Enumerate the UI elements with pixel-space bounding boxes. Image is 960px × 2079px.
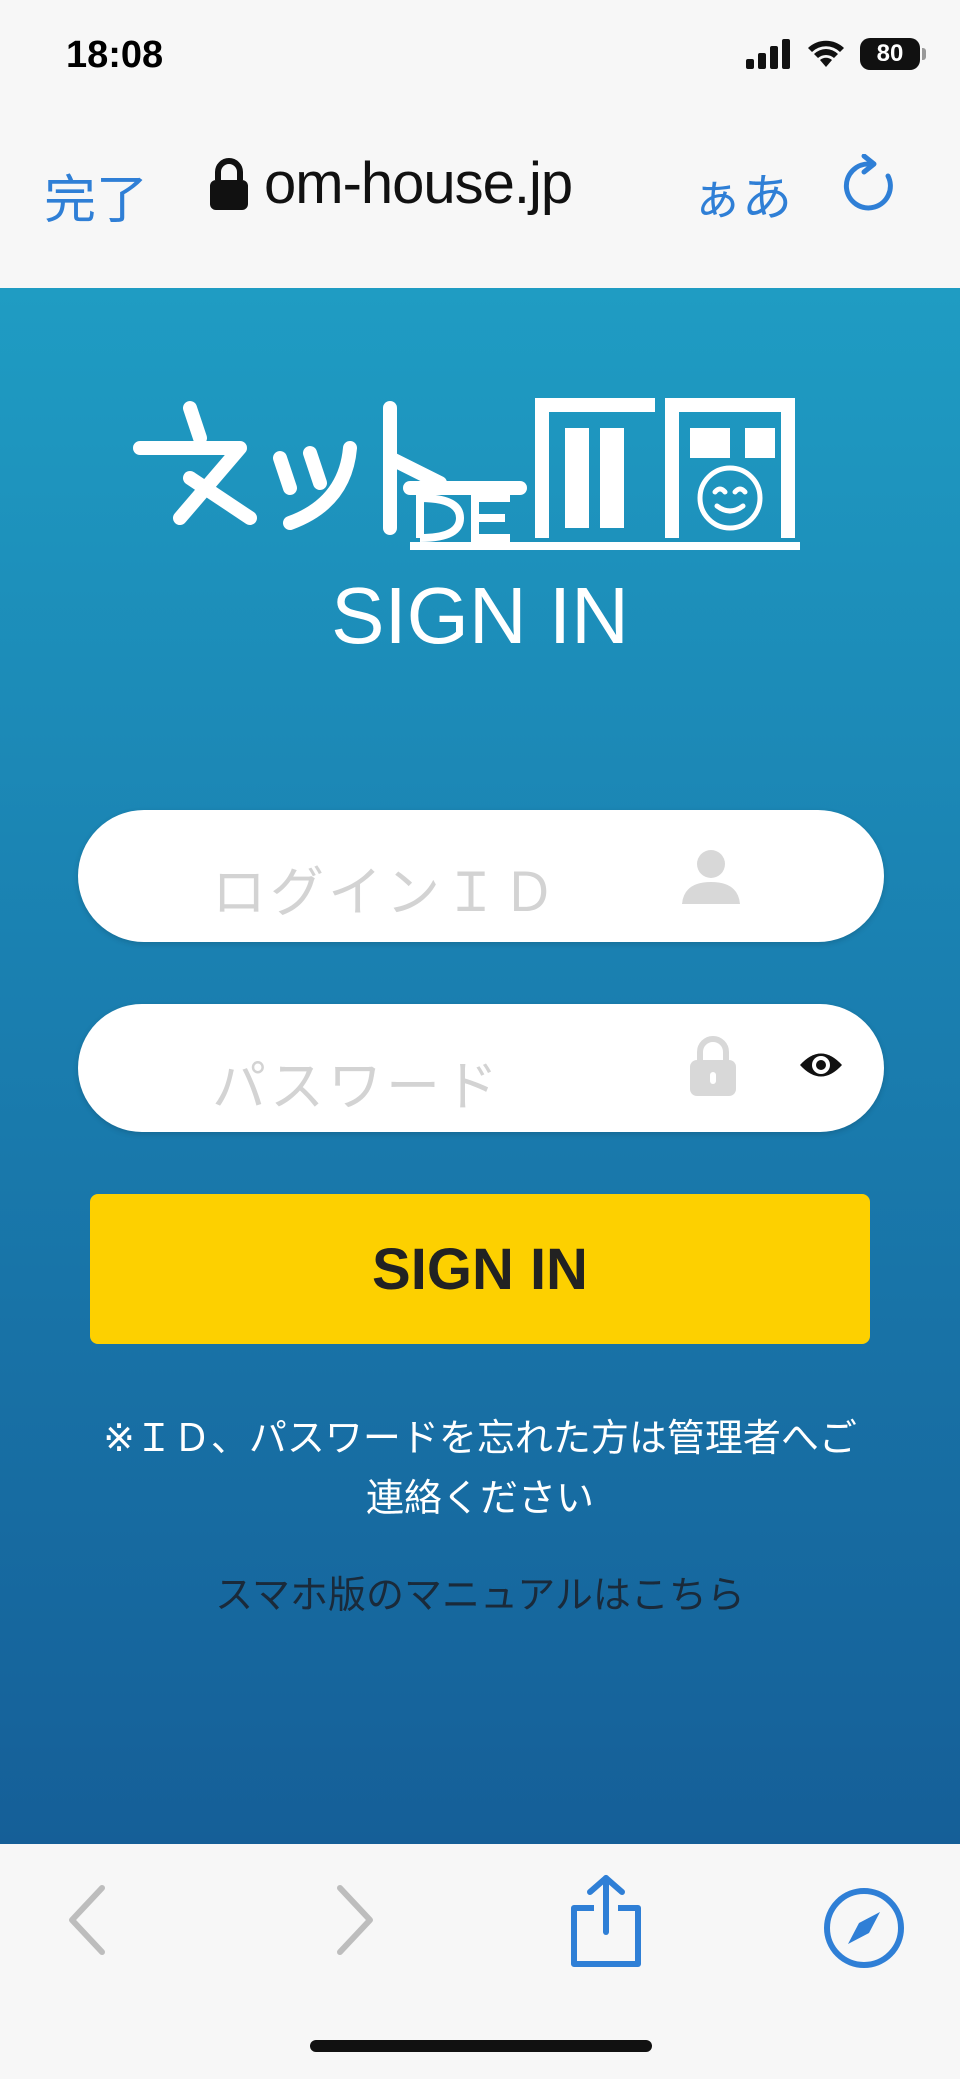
battery-indicator: 80	[860, 38, 926, 70]
status-indicators: 80	[746, 38, 926, 70]
browser-toolbar	[0, 1844, 960, 2079]
home-indicator	[310, 2040, 652, 2052]
status-time: 18:08	[66, 34, 164, 76]
login-id-placeholder: ログインＩＤ	[212, 861, 560, 924]
signal-icon	[746, 39, 790, 69]
forward-icon[interactable]	[330, 1880, 380, 1960]
sign-in-button[interactable]: SIGN IN	[90, 1194, 870, 1344]
forgot-password-note: ※ＩＤ、パスワードを忘れた方は管理者へご連絡ください	[103, 1416, 857, 1520]
back-icon[interactable]	[62, 1880, 112, 1960]
compass-icon[interactable]	[822, 1886, 906, 1970]
password-placeholder: パスワード	[212, 1055, 502, 1118]
share-icon[interactable]	[568, 1874, 644, 1968]
logo	[133, 398, 800, 550]
wifi-icon	[808, 40, 844, 67]
address-bar: 完了 om-house.jp ぁあ	[0, 110, 960, 288]
reload-icon[interactable]	[838, 154, 902, 218]
login-id-input[interactable]: ログインＩＤ	[78, 810, 884, 942]
status-bar: 18:08 80	[0, 0, 960, 110]
lock-icon	[210, 157, 248, 210]
text-size-button[interactable]: ぁあ	[692, 158, 792, 230]
manual-link[interactable]: スマホ版のマニュアルはこちら	[0, 1564, 960, 1619]
password-lock-icon	[690, 1036, 736, 1096]
login-panel: SIGN IN ログインＩＤ パスワード SIGN IN ※ＩＤ、パスワードを忘…	[0, 288, 960, 1844]
page-title: SIGN IN	[331, 571, 629, 660]
url-field[interactable]: om-house.jp	[210, 150, 573, 217]
done-button[interactable]: 完了	[44, 158, 148, 233]
password-input[interactable]: パスワード	[78, 1004, 884, 1132]
eye-icon[interactable]	[798, 1048, 844, 1082]
url-text: om-house.jp	[264, 151, 573, 216]
user-icon	[682, 850, 740, 904]
